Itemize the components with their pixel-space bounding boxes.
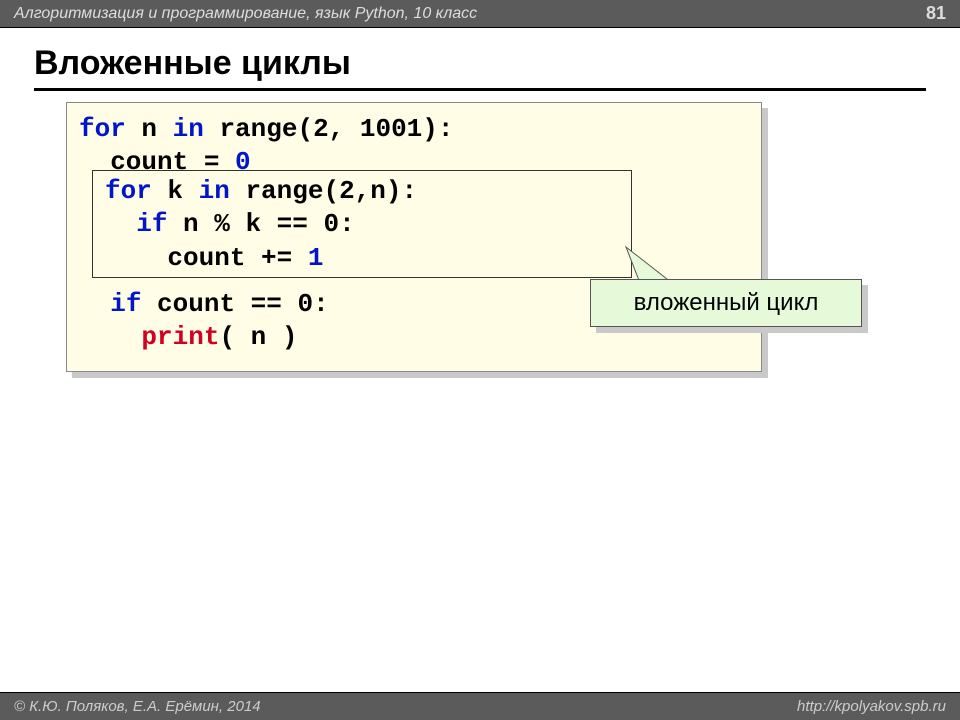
code-rest: n % k == 0: [167,209,354,239]
code-indent [79,289,110,319]
code-inner: for k in range(2,n): if n % k == 0: coun… [92,170,632,278]
code-rest: range(2, 1001): [219,114,453,144]
top-bar: Алгоритмизация и программирование, язык … [0,0,960,28]
kw-in: in [173,114,220,144]
footer: © К.Ю. Поляков, Е.А. Ерёмин, 2014 http:/… [0,692,960,720]
code-indent [79,322,141,352]
title-underline [34,88,926,91]
slide: Алгоритмизация и программирование, язык … [0,0,960,720]
var-n: n [141,114,172,144]
code-indent [105,209,136,239]
slide-title: Вложенные циклы [34,44,351,83]
code-indent: count += [105,243,308,273]
footer-copyright: © К.Ю. Поляков, Е.А. Ерёмин, 2014 [14,698,261,715]
code-rest: range(2,n): [245,176,417,206]
code-rest: count == 0: [141,289,328,319]
code-line-5: count += 1 [105,242,619,275]
footer-url: http://kpolyakov.spb.ru [797,698,946,715]
page-number: 81 [926,3,946,24]
kw-for: for [105,176,167,206]
kw-for: for [79,114,141,144]
course-name: Алгоритмизация и программирование, язык … [14,5,477,23]
kw-if: if [136,209,167,239]
code-rest: ( n ) [219,322,297,352]
kw-in: in [199,176,246,206]
code-line-4: if n % k == 0: [105,208,619,241]
kw-if: if [110,289,141,319]
literal-one: 1 [308,243,324,273]
callout-text: вложенный цикл [634,289,819,317]
kw-print: print [141,322,219,352]
code-line-1: for n in range(2, 1001): [79,113,749,146]
callout: вложенный цикл [590,279,862,327]
code-line-3: for k in range(2,n): [105,175,619,208]
var-k: k [167,176,198,206]
